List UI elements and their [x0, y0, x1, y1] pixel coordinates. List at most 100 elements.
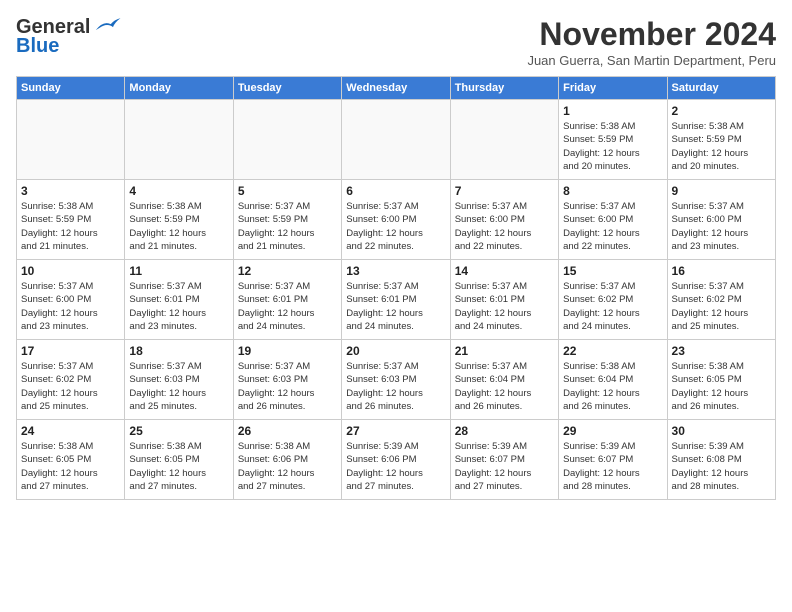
calendar-cell: 18 Sunrise: 5:37 AM Sunset: 6:03 PM Dayli… [125, 340, 233, 420]
day-number: 22 [563, 344, 662, 358]
day-number: 15 [563, 264, 662, 278]
logo-bird-icon [92, 16, 122, 36]
weekday-header-monday: Monday [125, 77, 233, 100]
calendar-cell: 22 Sunrise: 5:38 AM Sunset: 6:04 PM Dayli… [559, 340, 667, 420]
calendar-cell: 15 Sunrise: 5:37 AM Sunset: 6:02 PM Dayli… [559, 260, 667, 340]
day-number: 23 [672, 344, 771, 358]
calendar-cell: 20 Sunrise: 5:37 AM Sunset: 6:03 PM Dayli… [342, 340, 450, 420]
day-number: 25 [129, 424, 228, 438]
day-info: Sunrise: 5:37 AM Sunset: 6:02 PM Dayligh… [672, 280, 771, 333]
month-title: November 2024 [527, 16, 776, 53]
calendar-cell: 6Sunrise: 5:37 AM Sunset: 6:00 PM Daylig… [342, 180, 450, 260]
day-info: Sunrise: 5:38 AM Sunset: 5:59 PM Dayligh… [563, 120, 662, 173]
calendar-cell: 13Sunrise: 5:37 AM Sunset: 6:01 PM Dayli… [342, 260, 450, 340]
day-info: Sunrise: 5:37 AM Sunset: 6:03 PM Dayligh… [346, 360, 445, 413]
day-number: 28 [455, 424, 554, 438]
calendar-cell [450, 100, 558, 180]
calendar-cell [125, 100, 233, 180]
calendar-cell: 11Sunrise: 5:37 AM Sunset: 6:01 PM Dayli… [125, 260, 233, 340]
calendar-cell: 16 Sunrise: 5:37 AM Sunset: 6:02 PM Dayli… [667, 260, 775, 340]
day-info: Sunrise: 5:38 AM Sunset: 6:05 PM Dayligh… [21, 440, 120, 493]
day-number: 12 [238, 264, 337, 278]
day-info: Sunrise: 5:39 AM Sunset: 6:06 PM Dayligh… [346, 440, 445, 493]
week-row-3: 10 Sunrise: 5:37 AM Sunset: 6:00 PM Dayli… [17, 260, 776, 340]
calendar-cell: 4 Sunrise: 5:38 AM Sunset: 5:59 PM Daylig… [125, 180, 233, 260]
calendar-cell: 3 Sunrise: 5:38 AM Sunset: 5:59 PM Daylig… [17, 180, 125, 260]
day-info: Sunrise: 5:38 AM Sunset: 6:04 PM Dayligh… [563, 360, 662, 413]
day-number: 3 [21, 184, 120, 198]
calendar-cell: 25Sunrise: 5:38 AM Sunset: 6:05 PM Dayli… [125, 420, 233, 500]
day-info: Sunrise: 5:37 AM Sunset: 6:02 PM Dayligh… [21, 360, 120, 413]
day-info: Sunrise: 5:39 AM Sunset: 6:08 PM Dayligh… [672, 440, 771, 493]
day-number: 8 [563, 184, 662, 198]
weekday-header-tuesday: Tuesday [233, 77, 341, 100]
day-info: Sunrise: 5:39 AM Sunset: 6:07 PM Dayligh… [455, 440, 554, 493]
title-block: November 2024 Juan Guerra, San Martin De… [527, 16, 776, 68]
calendar-cell [233, 100, 341, 180]
day-number: 10 [21, 264, 120, 278]
week-row-2: 3 Sunrise: 5:38 AM Sunset: 5:59 PM Daylig… [17, 180, 776, 260]
calendar-cell: 30 Sunrise: 5:39 AM Sunset: 6:08 PM Dayli… [667, 420, 775, 500]
day-number: 29 [563, 424, 662, 438]
day-info: Sunrise: 5:38 AM Sunset: 5:59 PM Dayligh… [21, 200, 120, 253]
weekday-header-friday: Friday [559, 77, 667, 100]
calendar-cell: 12 Sunrise: 5:37 AM Sunset: 6:01 PM Dayli… [233, 260, 341, 340]
day-info: Sunrise: 5:37 AM Sunset: 6:00 PM Dayligh… [346, 200, 445, 253]
weekday-header-sunday: Sunday [17, 77, 125, 100]
day-info: Sunrise: 5:38 AM Sunset: 6:06 PM Dayligh… [238, 440, 337, 493]
day-number: 16 [672, 264, 771, 278]
day-number: 19 [238, 344, 337, 358]
day-number: 20 [346, 344, 445, 358]
day-info: Sunrise: 5:37 AM Sunset: 6:01 PM Dayligh… [455, 280, 554, 333]
calendar-cell: 19 Sunrise: 5:37 AM Sunset: 6:03 PM Dayli… [233, 340, 341, 420]
day-info: Sunrise: 5:37 AM Sunset: 6:01 PM Dayligh… [238, 280, 337, 333]
week-row-5: 24Sunrise: 5:38 AM Sunset: 6:05 PM Dayli… [17, 420, 776, 500]
day-number: 18 [129, 344, 228, 358]
calendar-cell: 14 Sunrise: 5:37 AM Sunset: 6:01 PM Dayli… [450, 260, 558, 340]
day-info: Sunrise: 5:37 AM Sunset: 6:03 PM Dayligh… [129, 360, 228, 413]
day-info: Sunrise: 5:37 AM Sunset: 6:00 PM Dayligh… [21, 280, 120, 333]
calendar-cell: 10 Sunrise: 5:37 AM Sunset: 6:00 PM Dayli… [17, 260, 125, 340]
day-number: 2 [672, 104, 771, 118]
day-number: 30 [672, 424, 771, 438]
day-info: Sunrise: 5:37 AM Sunset: 6:01 PM Dayligh… [346, 280, 445, 333]
day-number: 26 [238, 424, 337, 438]
calendar-cell: 8 Sunrise: 5:37 AM Sunset: 6:00 PM Daylig… [559, 180, 667, 260]
day-number: 27 [346, 424, 445, 438]
weekday-header-saturday: Saturday [667, 77, 775, 100]
weekday-header-row: SundayMondayTuesdayWednesdayThursdayFrid… [17, 77, 776, 100]
calendar-cell: 21Sunrise: 5:37 AM Sunset: 6:04 PM Dayli… [450, 340, 558, 420]
day-info: Sunrise: 5:38 AM Sunset: 5:59 PM Dayligh… [129, 200, 228, 253]
calendar-cell: 7 Sunrise: 5:37 AM Sunset: 6:00 PM Daylig… [450, 180, 558, 260]
day-number: 11 [129, 264, 228, 278]
day-info: Sunrise: 5:38 AM Sunset: 5:59 PM Dayligh… [672, 120, 771, 173]
day-info: Sunrise: 5:37 AM Sunset: 6:02 PM Dayligh… [563, 280, 662, 333]
day-info: Sunrise: 5:39 AM Sunset: 6:07 PM Dayligh… [563, 440, 662, 493]
calendar-cell: 27 Sunrise: 5:39 AM Sunset: 6:06 PM Dayli… [342, 420, 450, 500]
calendar-cell: 24Sunrise: 5:38 AM Sunset: 6:05 PM Dayli… [17, 420, 125, 500]
day-info: Sunrise: 5:37 AM Sunset: 5:59 PM Dayligh… [238, 200, 337, 253]
calendar-cell [342, 100, 450, 180]
day-info: Sunrise: 5:37 AM Sunset: 6:00 PM Dayligh… [563, 200, 662, 253]
week-row-4: 17 Sunrise: 5:37 AM Sunset: 6:02 PM Dayli… [17, 340, 776, 420]
day-number: 7 [455, 184, 554, 198]
day-number: 9 [672, 184, 771, 198]
day-info: Sunrise: 5:38 AM Sunset: 6:05 PM Dayligh… [672, 360, 771, 413]
logo: General Blue [16, 16, 122, 58]
page-header: General Blue November 2024 Juan Guerra, … [16, 16, 776, 68]
calendar-cell: 2 Sunrise: 5:38 AM Sunset: 5:59 PM Daylig… [667, 100, 775, 180]
day-number: 17 [21, 344, 120, 358]
day-info: Sunrise: 5:37 AM Sunset: 6:00 PM Dayligh… [455, 200, 554, 253]
day-info: Sunrise: 5:37 AM Sunset: 6:03 PM Dayligh… [238, 360, 337, 413]
calendar-cell: 29 Sunrise: 5:39 AM Sunset: 6:07 PM Dayli… [559, 420, 667, 500]
calendar-cell: 23 Sunrise: 5:38 AM Sunset: 6:05 PM Dayli… [667, 340, 775, 420]
calendar-cell: 26 Sunrise: 5:38 AM Sunset: 6:06 PM Dayli… [233, 420, 341, 500]
day-number: 5 [238, 184, 337, 198]
day-number: 4 [129, 184, 228, 198]
calendar-cell: 9Sunrise: 5:37 AM Sunset: 6:00 PM Daylig… [667, 180, 775, 260]
location-subtitle: Juan Guerra, San Martin Department, Peru [527, 53, 776, 68]
calendar-cell [17, 100, 125, 180]
calendar-cell: 28 Sunrise: 5:39 AM Sunset: 6:07 PM Dayli… [450, 420, 558, 500]
calendar-cell: 5 Sunrise: 5:37 AM Sunset: 5:59 PM Daylig… [233, 180, 341, 260]
day-number: 14 [455, 264, 554, 278]
